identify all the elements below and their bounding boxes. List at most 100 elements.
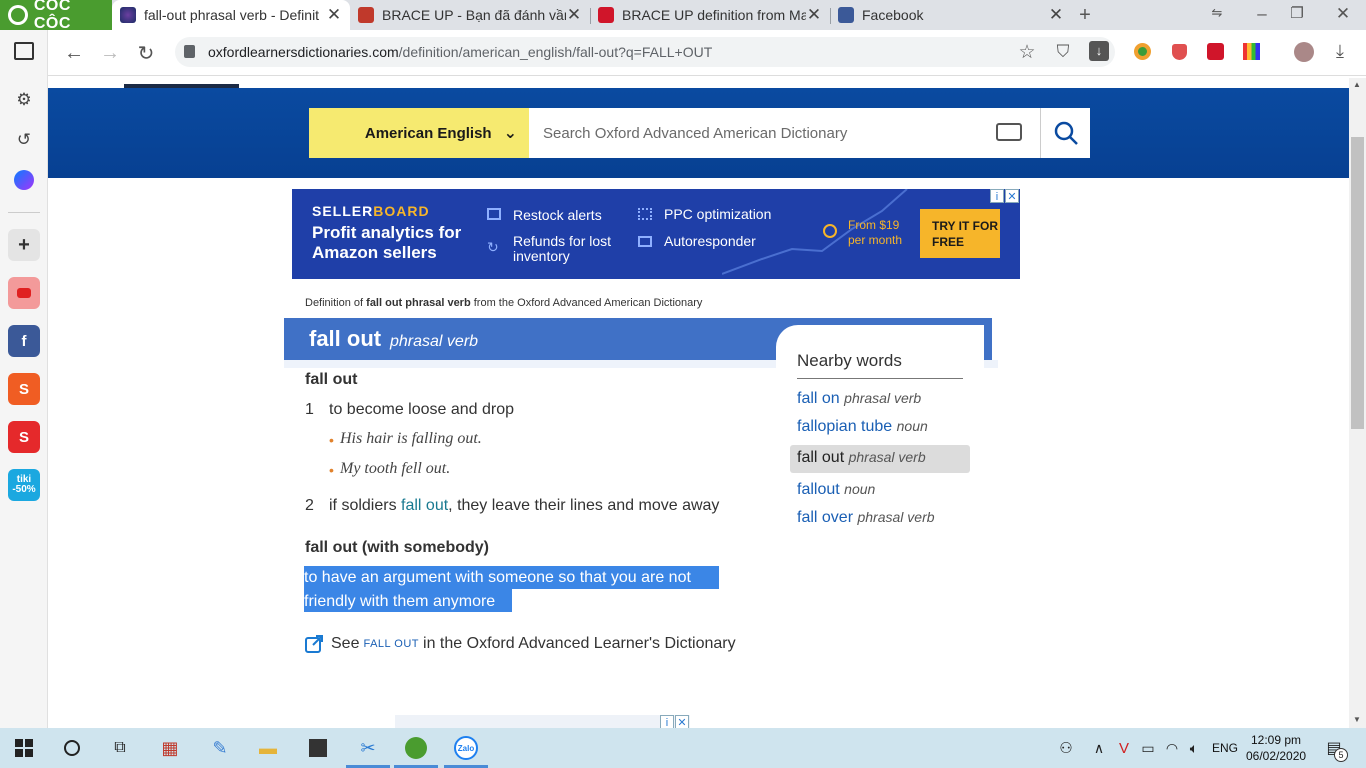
bookmark-star-icon[interactable]: ☆: [1015, 41, 1039, 64]
url-host: oxfordlearnersdictionaries.com: [208, 44, 399, 60]
minimize-icon[interactable]: –: [1250, 4, 1274, 24]
bottom-ad[interactable]: [395, 715, 690, 728]
sense-definition: if soldiers fall out, they leave their l…: [329, 497, 720, 514]
task-view-icon[interactable]: ⧉: [106, 734, 134, 762]
ad-feature: Restock alerts: [513, 207, 602, 223]
coccoc-brand-button[interactable]: CÔC CÔC: [0, 0, 112, 32]
file-explorer-icon[interactable]: ▬: [254, 734, 282, 762]
close-tab-icon[interactable]: ✕: [326, 5, 342, 25]
ad-info-icon[interactable]: i: [990, 189, 1004, 203]
add-shortcut-icon[interactable]: +: [8, 229, 40, 261]
cambridge-favicon-icon: [358, 7, 374, 23]
show-hidden-icons[interactable]: ∧: [1085, 734, 1113, 762]
youtube-icon[interactable]: [8, 277, 40, 309]
extension-coccoc-icon[interactable]: [1134, 43, 1151, 60]
sense-definition-selected: to have an argument with someone so that…: [304, 566, 716, 612]
search-input[interactable]: Search Oxford Advanced American Dictiona…: [529, 108, 1040, 158]
scroll-up-icon[interactable]: ▲: [1353, 80, 1361, 89]
back-icon[interactable]: ←: [62, 42, 86, 65]
tab-title: fall-out phrasal verb - Definit: [144, 7, 320, 23]
paint-app-icon[interactable]: ✎: [206, 734, 234, 762]
tiki-icon[interactable]: tiki -50%: [8, 469, 40, 501]
oxford-favicon-icon: [120, 7, 136, 23]
nearby-item[interactable]: fall over phrasal verb: [797, 509, 935, 527]
volume-icon[interactable]: 🔈︎: [1180, 734, 1208, 762]
tab-brace-up-1[interactable]: BRACE UP - Bạn đã đánh vần ✕: [350, 0, 590, 30]
downloads-icon[interactable]: ⤓: [1328, 41, 1352, 62]
forward-icon[interactable]: →: [98, 42, 122, 65]
url-text[interactable]: oxfordlearnersdictionaries.com/definitio…: [208, 44, 712, 60]
minimize-restore-icon[interactable]: ⇋: [1205, 5, 1229, 21]
sense-group-title: fall out: [305, 371, 358, 388]
headword: fall out: [309, 326, 382, 351]
ad-brand: SELLERBOARD: [312, 203, 430, 219]
ad-close-icon[interactable]: ✕: [675, 715, 689, 729]
nearby-item[interactable]: fall on phrasal verb: [797, 390, 921, 408]
search-placeholder: Search Oxford Advanced American Dictiona…: [543, 124, 848, 142]
definition-line: friendly with them anymore: [304, 593, 496, 610]
nearby-item[interactable]: fallopian tube noun: [797, 418, 928, 436]
office-app-icon[interactable]: ▦: [156, 734, 184, 762]
crossref-link[interactable]: fall out: [401, 497, 448, 514]
zalo-icon[interactable]: Zalo: [452, 734, 480, 762]
restore-icon[interactable]: ❐: [1285, 4, 1309, 22]
download-page-icon[interactable]: ↓: [1089, 41, 1109, 61]
see-also-link[interactable]: See FALL OUT in the Oxford Advanced Lear…: [305, 635, 736, 653]
nearby-words-title: Nearby words: [797, 351, 902, 370]
new-tab-icon[interactable]: +: [1073, 4, 1097, 27]
definition-line: to have an argument with someone so that…: [304, 569, 691, 586]
search-button[interactable]: [1040, 108, 1090, 158]
info-circle-icon: [823, 224, 837, 238]
tab-facebook[interactable]: Facebook ✕: [830, 0, 1072, 30]
shopee-icon[interactable]: S: [8, 373, 40, 405]
ad-close-icon[interactable]: ✕: [1005, 189, 1019, 203]
tab-brace-up-2[interactable]: BRACE UP definition from Ma ✕: [590, 0, 830, 30]
history-icon[interactable]: ↺: [12, 130, 36, 150]
messenger-icon[interactable]: [14, 170, 34, 190]
tab-title: Facebook: [862, 7, 924, 23]
coccoc-taskbar-icon[interactable]: [402, 734, 430, 762]
refresh-icon: ↻: [487, 239, 499, 255]
snipping-tool-icon[interactable]: ✂: [354, 734, 382, 762]
example-sentence: My tooth fell out.: [340, 460, 451, 477]
sidebar-toggle-icon[interactable]: [14, 42, 34, 60]
search-icon: [1054, 121, 1078, 145]
brand-label: CÔC CÔC: [33, 0, 71, 32]
box-icon: [487, 208, 501, 220]
macmillan-favicon-icon: [598, 7, 614, 23]
sticky-notes-icon[interactable]: [304, 734, 332, 762]
sendo-icon[interactable]: S: [8, 421, 40, 453]
ad-info-icon[interactable]: i: [660, 715, 674, 729]
shield-icon[interactable]: ⛉: [1051, 42, 1075, 62]
nearby-divider: [797, 378, 963, 379]
scroll-down-icon[interactable]: ▼: [1353, 715, 1361, 724]
windows-start-icon[interactable]: [10, 734, 38, 762]
reload-icon[interactable]: ↻: [134, 41, 158, 66]
bullet-icon: •: [329, 462, 334, 478]
nearby-item[interactable]: fallout noun: [797, 481, 875, 499]
dictionary-select[interactable]: American English ⌄: [309, 108, 529, 158]
profile-avatar[interactable]: [1294, 42, 1314, 62]
nearby-item-current[interactable]: fall out phrasal verb: [797, 449, 926, 467]
keyboard-icon[interactable]: [996, 123, 1022, 141]
sense-number: 2: [305, 497, 314, 514]
facebook-icon[interactable]: f: [8, 325, 40, 357]
ad-cta-button[interactable]: TRY IT FOR FREE: [920, 209, 1000, 258]
scrollbar-thumb[interactable]: [1351, 137, 1364, 429]
close-window-icon[interactable]: ✕: [1331, 4, 1355, 24]
close-tab-icon[interactable]: ✕: [1048, 5, 1064, 25]
tab-active[interactable]: fall-out phrasal verb - Definit ✕: [112, 0, 350, 30]
input-language[interactable]: ENG: [1212, 741, 1238, 755]
close-tab-icon[interactable]: ✕: [806, 5, 822, 25]
notification-badge: 5: [1334, 748, 1348, 762]
system-clock[interactable]: 12:09 pm 06/02/2020: [1246, 732, 1306, 764]
people-icon[interactable]: ⚇: [1052, 734, 1080, 762]
extension-colors-icon[interactable]: [1243, 43, 1260, 60]
close-tab-icon[interactable]: ✕: [566, 5, 582, 25]
cortana-search-icon[interactable]: [58, 734, 86, 762]
settings-icon[interactable]: ⚙: [12, 90, 36, 110]
extension-red-icon[interactable]: [1207, 43, 1224, 60]
extension-shield-icon[interactable]: [1172, 44, 1187, 60]
advertisement[interactable]: SELLERBOARD Profit analytics for Amazon …: [292, 189, 1020, 279]
lock-icon[interactable]: [184, 45, 195, 58]
